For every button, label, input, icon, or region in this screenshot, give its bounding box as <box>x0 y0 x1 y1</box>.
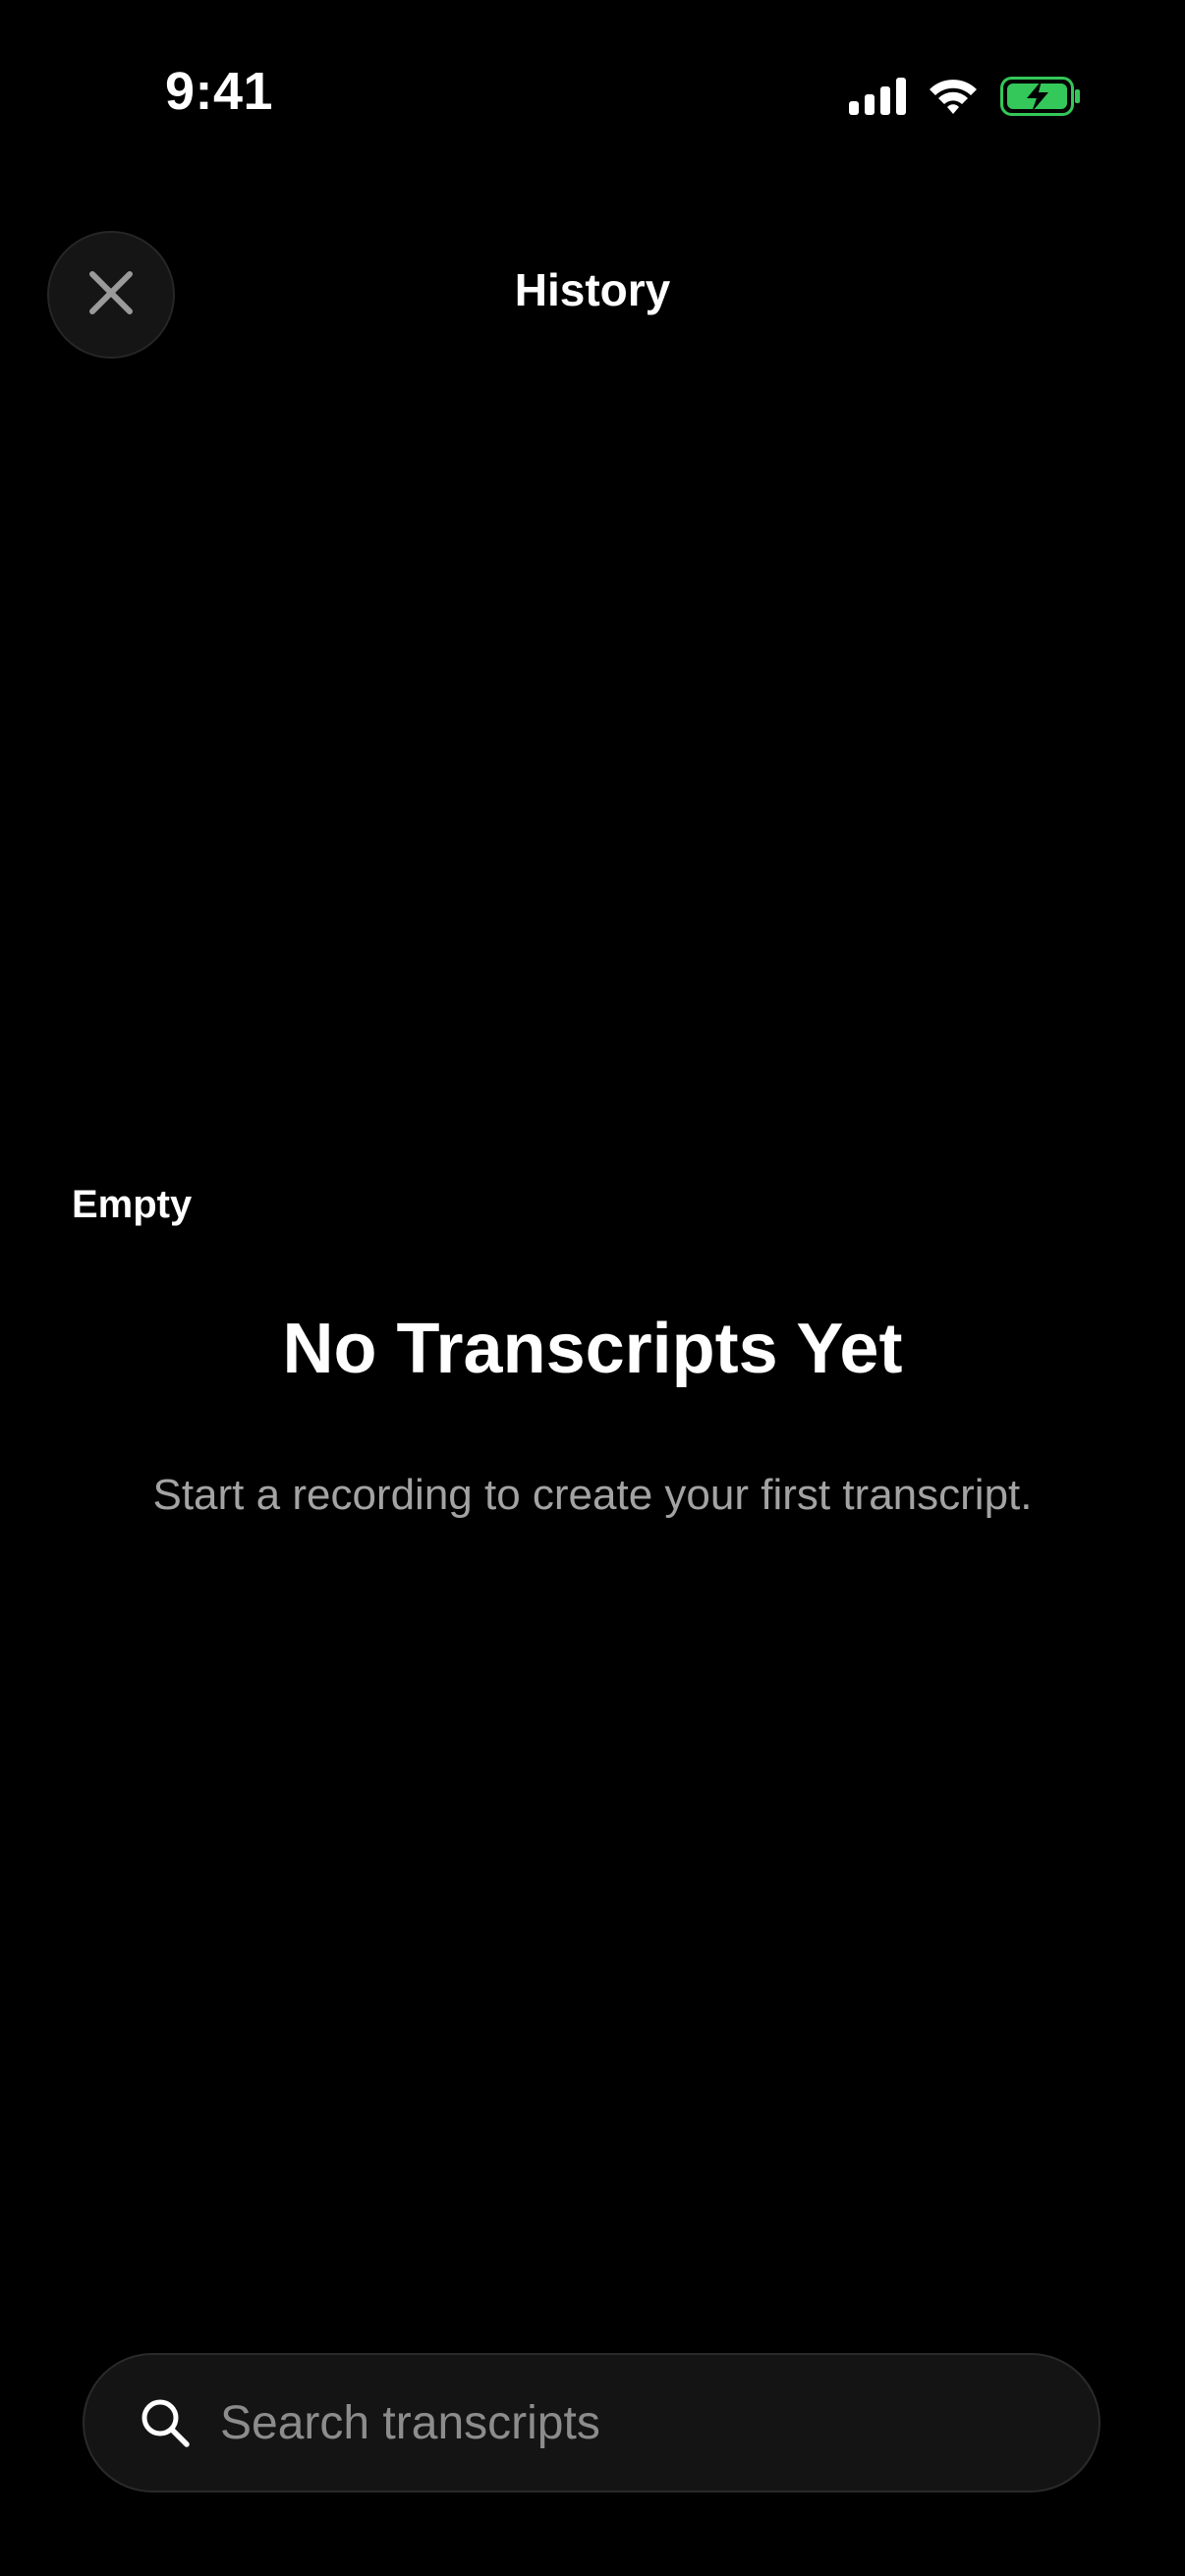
status-icons <box>849 73 1081 120</box>
status-time: 9:41 <box>165 62 274 121</box>
search-input[interactable] <box>220 2355 1099 2491</box>
status-bar: 9:41 <box>0 0 1185 187</box>
cellular-signal-icon <box>849 78 906 115</box>
wifi-icon <box>928 78 979 115</box>
search-bar[interactable] <box>83 2353 1100 2492</box>
battery-charging-icon <box>1000 77 1081 116</box>
empty-state-message: Start a recording to create your first t… <box>152 1471 1033 1519</box>
empty-state-heading: No Transcripts Yet <box>282 1310 903 1388</box>
search-icon <box>138 2395 193 2450</box>
page-title: History <box>514 264 671 315</box>
empty-state-label: Empty <box>72 1183 193 1226</box>
